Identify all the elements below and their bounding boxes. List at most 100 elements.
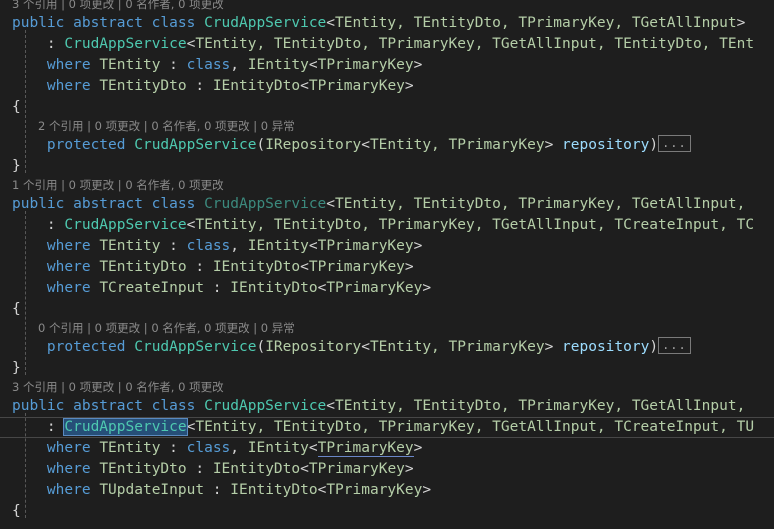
code-token: CrudAppService [204, 15, 327, 31]
code-line[interactable]: where TCreateInput : IEntityDto<TPrimary… [0, 278, 774, 299]
code-line[interactable]: where TEntityDto : IEntityDto<TPrimaryKe… [0, 76, 774, 97]
codelens-text[interactable]: 3 个引用 | 0 项更改 | 0 名作者, 0 项更改 [0, 379, 774, 396]
code-token: { [12, 301, 21, 317]
code-line[interactable]: public abstract class CrudAppService<TEn… [0, 194, 774, 215]
code-line-text: : CrudAppService<TEntity, TEntityDto, TP… [0, 215, 774, 236]
code-token: class [186, 57, 231, 73]
codelens-text[interactable]: 0 个引用 | 0 项更改 | 0 名作者, 0 项更改 | 0 异常 [0, 320, 774, 337]
code-token: CrudAppService [204, 398, 327, 414]
code-token: TEntity [99, 57, 161, 73]
code-token: < [361, 137, 370, 153]
codelens-text[interactable]: 2 个引用 | 0 项更改 | 0 名作者, 0 项更改 | 0 异常 [0, 118, 774, 135]
selected-token[interactable]: CrudAppService [63, 418, 188, 436]
code-line-text: where TEntityDto : IEntityDto<TPrimaryKe… [0, 76, 774, 97]
collapsed-region-button[interactable]: ... [658, 135, 691, 152]
code-token: IEntity [247, 440, 309, 456]
code-token: , [230, 238, 248, 254]
code-line[interactable]: { [0, 97, 774, 118]
codelens-text[interactable]: 3 个引用 | 0 项更改 | 0 名作者, 0 项更改 [0, 0, 774, 13]
code-line-text: : CrudAppService<TEntity, TEntityDto, TP… [0, 34, 774, 55]
code-line[interactable]: : CrudAppService<TEntity, TEntityDto, TP… [0, 417, 774, 438]
code-token: where [46, 440, 91, 456]
code-line[interactable]: where TEntity : class, IEntity<TPrimaryK… [0, 55, 774, 76]
code-token: CrudAppService [134, 137, 257, 153]
codelens-class[interactable]: 1 个引用 | 0 项更改 | 0 名作者, 0 项更改 [0, 177, 774, 194]
code-token: > [422, 482, 432, 498]
code-line[interactable]: public abstract class CrudAppService<TEn… [0, 396, 774, 417]
code-line[interactable]: : CrudAppService<TEntity, TEntityDto, TP… [0, 34, 774, 55]
code-line[interactable]: { [0, 299, 774, 320]
code-line-text: protected CrudAppService(IRepository<TEn… [0, 135, 774, 156]
code-line[interactable]: protected CrudAppService(IRepository<TEn… [0, 135, 774, 156]
code-token: , [230, 440, 248, 456]
codelens-member[interactable]: 0 个引用 | 0 项更改 | 0 名作者, 0 项更改 | 0 异常 [0, 320, 774, 337]
codelens-class[interactable]: 3 个引用 | 0 项更改 | 0 名作者, 0 项更改 [0, 0, 774, 13]
collapsed-region-button[interactable]: ... [658, 337, 691, 354]
code-token: > [404, 78, 414, 94]
code-line[interactable]: where TEntityDto : IEntityDto<TPrimaryKe… [0, 257, 774, 278]
code-token: protected [46, 137, 126, 153]
code-line[interactable]: public abstract class CrudAppService<TEn… [0, 13, 774, 34]
code-token: ) [649, 137, 659, 153]
code-line-text: : CrudAppService<TEntity, TEntityDto, TP… [0, 417, 774, 438]
code-token: : [160, 57, 187, 73]
code-line-text: public abstract class CrudAppService<TEn… [0, 396, 774, 417]
codelens-class[interactable]: 3 个引用 | 0 项更改 | 0 名作者, 0 项更改 [0, 379, 774, 396]
code-line[interactable]: where TEntity : class, IEntity<TPrimaryK… [0, 236, 774, 257]
code-token: ( [256, 137, 266, 153]
reference-underlined-token[interactable]: TPrimaryKey [317, 440, 414, 457]
code-line-text: { [0, 501, 774, 522]
code-token: : [12, 419, 65, 435]
code-token: > [413, 57, 423, 73]
code-line-text: { [0, 299, 774, 320]
code-token: TEntity [99, 238, 161, 254]
code-line-text: public abstract class CrudAppService<TEn… [0, 13, 774, 34]
code-line[interactable]: where TUpdateInput : IEntityDto<TPrimary… [0, 480, 774, 501]
code-token: CrudAppService [64, 217, 187, 233]
code-token: CrudAppService [204, 196, 327, 212]
code-line[interactable]: { [0, 501, 774, 522]
code-token: protected [46, 339, 126, 355]
code-token: where [46, 280, 91, 296]
code-token: TEntity [99, 440, 161, 456]
code-line[interactable]: where TEntity : class, IEntity<TPrimaryK… [0, 438, 774, 459]
code-token: TPrimaryKey [317, 238, 414, 254]
code-line[interactable]: where TEntityDto : IEntityDto<TPrimaryKe… [0, 459, 774, 480]
code-token: > [413, 238, 423, 254]
code-line[interactable]: } [0, 358, 774, 379]
code-token: TEntity, TEntityDto, TPrimaryKey, TGetAl… [335, 398, 746, 414]
codelens-text[interactable]: 1 个引用 | 0 项更改 | 0 名作者, 0 项更改 [0, 177, 774, 194]
code-token: TPrimaryKey [317, 57, 414, 73]
code-line[interactable]: : CrudAppService<TEntity, TEntityDto, TP… [0, 215, 774, 236]
code-token: TEntityDto [99, 78, 187, 94]
code-token: IEntity [247, 238, 309, 254]
code-token: : [204, 280, 231, 296]
code-token: : [160, 440, 187, 456]
code-token: IEntityDto [212, 259, 301, 275]
code-line-text: public abstract class CrudAppService<TEn… [0, 194, 774, 215]
code-editor[interactable]: 3 个引用 | 0 项更改 | 0 名作者, 0 项更改 public abstr… [0, 0, 774, 525]
code-token: repository [562, 339, 650, 355]
code-token: TEntity, TEntityDto, TPrimaryKey, TGetAl… [335, 15, 737, 31]
closing-brace: } [12, 158, 21, 174]
code-token: : [186, 78, 213, 94]
code-line[interactable]: } [0, 156, 774, 177]
code-line[interactable]: protected CrudAppService(IRepository<TEn… [0, 337, 774, 358]
code-token: < [326, 15, 336, 31]
code-token: TEntityDto [99, 259, 187, 275]
code-token: > [544, 137, 563, 153]
code-token: TPrimaryKey [308, 78, 405, 94]
code-token: < [300, 259, 309, 275]
codelens-member[interactable]: 2 个引用 | 0 项更改 | 0 名作者, 0 项更改 | 0 异常 [0, 118, 774, 135]
code-token: TEntity, TEntityDto, TPrimaryKey, TGetAl… [195, 36, 755, 52]
